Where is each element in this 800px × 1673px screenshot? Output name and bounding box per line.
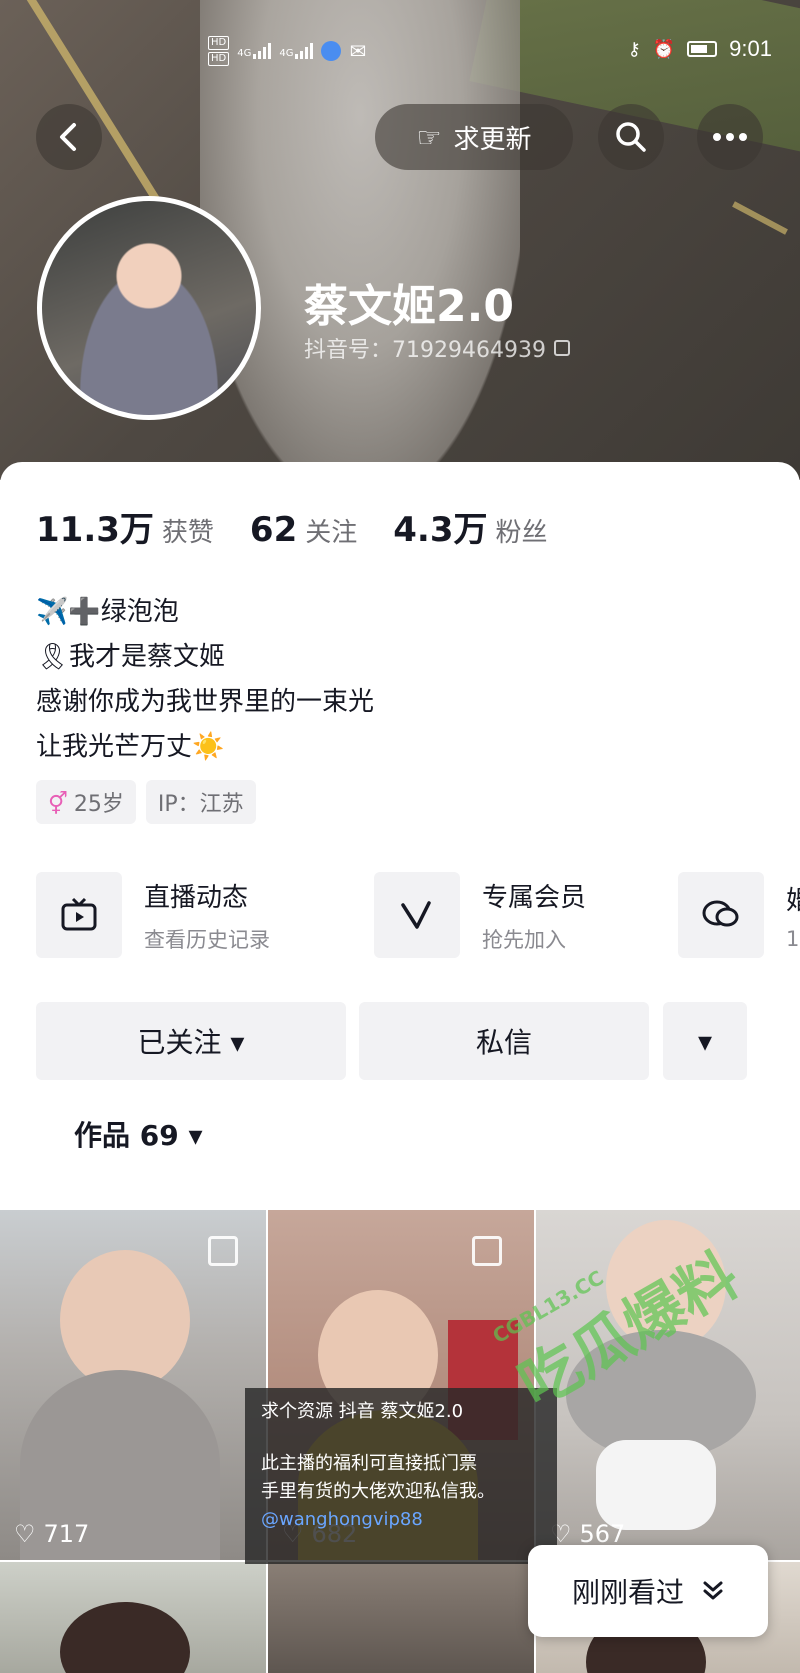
search-button[interactable] bbox=[598, 104, 664, 170]
stat-followers[interactable]: 4.3万 粉丝 bbox=[393, 502, 547, 551]
overlay-caption: 求个资源 抖音 蔡文姬2.0 此主播的福利可直接抵门票 手里有货的大佬欢迎私信我… bbox=[245, 1388, 557, 1564]
overlay-line: 手里有货的大佬欢迎私信我。 bbox=[261, 1481, 495, 1502]
video-thumbnail[interactable] bbox=[0, 1562, 266, 1673]
feature-live-history[interactable]: 直播动态 查看历史记录 bbox=[36, 872, 270, 958]
thumbnail-figure bbox=[596, 1440, 716, 1530]
like-count: ♡ 717 bbox=[14, 1520, 89, 1548]
stat-likes[interactable]: 11.3万 获赞 bbox=[36, 502, 214, 551]
ip-tag: IP：江苏 bbox=[145, 780, 256, 824]
select-checkbox[interactable] bbox=[208, 1236, 238, 1266]
feature-membership[interactable]: 专属会员 抢先加入 bbox=[374, 872, 586, 958]
stat-value: 62 bbox=[249, 510, 298, 550]
stat-label: 关注 bbox=[305, 518, 358, 548]
stat-value: 4.3万 bbox=[393, 510, 488, 550]
feature-subtitle: 查看历史记录 bbox=[144, 927, 270, 952]
stat-label: 获赞 bbox=[161, 518, 214, 548]
signal-icon: 4G bbox=[237, 43, 272, 59]
profile-tags: ⚥ 25岁 IP：江苏 bbox=[36, 780, 256, 824]
vip-v-icon bbox=[374, 872, 460, 958]
like-count-value: 567 bbox=[579, 1520, 626, 1548]
female-icon: ⚥ bbox=[48, 792, 68, 817]
more-dropdown-button[interactable]: ▾ bbox=[663, 1002, 747, 1080]
avatar[interactable] bbox=[37, 196, 261, 420]
profile-name: 蔡文姬2.0 bbox=[304, 281, 514, 332]
age-text: 25岁 bbox=[73, 792, 124, 817]
followed-button[interactable]: 已关注 ▾ bbox=[36, 1002, 346, 1080]
recently-viewed-label: 刚刚看过 bbox=[571, 1576, 684, 1609]
battery-icon bbox=[687, 41, 718, 57]
overlay-handle: @wanghongvip88 bbox=[261, 1509, 423, 1530]
stats-row: 11.3万 获赞 62 关注 4.3万 粉丝 bbox=[36, 502, 548, 551]
search-icon bbox=[616, 122, 646, 152]
feature-title: 婚 bbox=[786, 885, 800, 916]
like-count: ♡ 567 bbox=[550, 1520, 625, 1548]
action-buttons: 已关注 ▾ 私信 ▾ bbox=[36, 1002, 766, 1080]
back-button[interactable] bbox=[36, 104, 102, 170]
key-icon: ⚷ bbox=[627, 38, 641, 60]
feature-subtitle: 抢先加入 bbox=[482, 927, 566, 952]
alarm-icon: ⏰ bbox=[652, 38, 676, 60]
overlay-line: 此主播的福利可直接抵门票 bbox=[261, 1453, 477, 1474]
request-update-label: 求更新 bbox=[453, 124, 532, 155]
video-thumbnail[interactable]: ♡ 717 bbox=[0, 1210, 266, 1560]
recently-viewed-button[interactable]: 刚刚看过 bbox=[528, 1545, 768, 1637]
background-photo-figure bbox=[200, 0, 520, 480]
bio: ✈️➕绿泡泡 🎗我才是蔡文姬 感谢你成为我世界里的一束光 让我光芒万丈☀️ bbox=[36, 590, 374, 770]
feature-row: 直播动态 查看历史记录 专属会员 抢先加入 婚 1 bbox=[36, 872, 800, 962]
tv-icon bbox=[36, 872, 122, 958]
bio-line: ✈️➕绿泡泡 bbox=[36, 597, 179, 627]
hd-badge: HD bbox=[208, 52, 230, 66]
clock-time: 9:01 bbox=[729, 36, 772, 61]
douyin-id: 抖音号：71929464939 bbox=[304, 332, 570, 364]
thumbnail-figure bbox=[60, 1602, 190, 1673]
age-tag: ⚥ 25岁 bbox=[36, 780, 136, 824]
chevron-left-icon bbox=[60, 123, 76, 151]
feature-title: 专属会员 bbox=[482, 882, 587, 913]
profile-info-card: 11.3万 获赞 62 关注 4.3万 粉丝 ✈️➕绿泡泡 🎗我才是蔡文姬 感谢你成为… bbox=[0, 462, 800, 1202]
feature-chat-group[interactable]: 婚 1 bbox=[678, 872, 800, 958]
works-tab[interactable]: 作品 69 ▾ bbox=[74, 1114, 203, 1154]
bio-line: 🎗我才是蔡文姬 bbox=[36, 642, 226, 672]
pointing-hand-icon: ☞ bbox=[416, 120, 442, 154]
thumbnail-figure bbox=[60, 1250, 190, 1390]
app-notification-icon bbox=[321, 41, 342, 61]
background-road-line bbox=[732, 201, 788, 235]
feature-subtitle: 1 bbox=[786, 926, 800, 951]
bio-line: 感谢你成为我世界里的一束光 bbox=[36, 687, 375, 717]
signal-icon: 4G bbox=[279, 43, 314, 59]
stat-label: 粉丝 bbox=[495, 518, 548, 548]
mail-icon: ✉ bbox=[349, 39, 367, 63]
stat-value: 11.3万 bbox=[36, 510, 154, 550]
copy-icon[interactable] bbox=[553, 340, 570, 356]
more-dots-icon bbox=[713, 133, 747, 141]
select-checkbox[interactable] bbox=[472, 1236, 502, 1266]
douyin-id-text: 抖音号：71929464939 bbox=[304, 338, 546, 363]
like-count-value: 717 bbox=[43, 1520, 90, 1548]
stat-following[interactable]: 62 关注 bbox=[250, 510, 357, 550]
heart-icon: ♡ bbox=[14, 1520, 36, 1548]
chat-bubbles-icon bbox=[678, 872, 764, 958]
network-type-label: 4G bbox=[237, 48, 252, 59]
network-type-label: 4G bbox=[279, 48, 294, 59]
overlay-line: 求个资源 抖音 蔡文姬2.0 bbox=[261, 1401, 464, 1422]
status-bar: HD HD 4G 4G ✉ ⚷ ⏰ 9:01 bbox=[0, 28, 800, 68]
request-update-button[interactable]: ☞ 求更新 bbox=[375, 104, 573, 170]
hd-badge: HD bbox=[208, 36, 230, 50]
double-chevron-down-icon bbox=[703, 1581, 723, 1600]
video-thumbnail[interactable] bbox=[268, 1562, 534, 1673]
more-options-button[interactable] bbox=[697, 104, 763, 170]
feature-title: 直播动态 bbox=[144, 882, 249, 913]
bio-line: 让我光芒万丈☀️ bbox=[36, 732, 225, 762]
message-button[interactable]: 私信 bbox=[359, 1002, 649, 1080]
